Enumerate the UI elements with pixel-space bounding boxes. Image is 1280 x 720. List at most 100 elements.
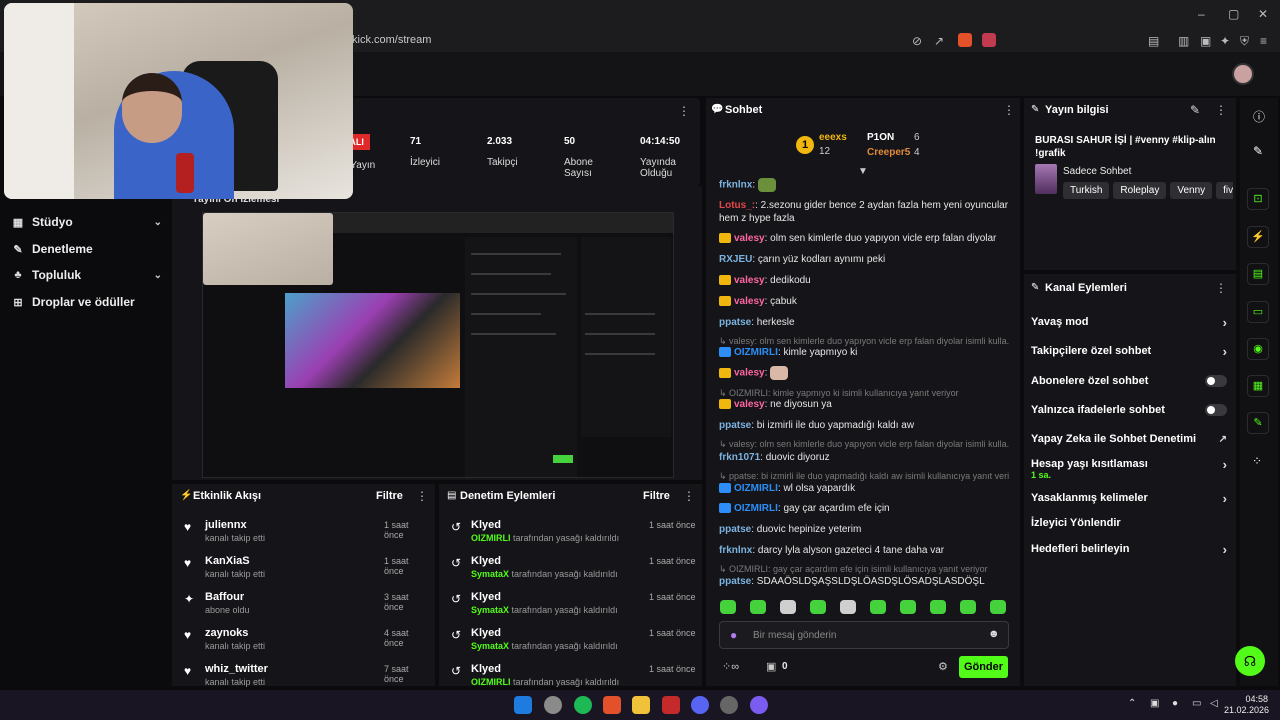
leader-second-name[interactable]: P1ON — [867, 132, 894, 143]
moderator-name[interactable]: Klyed — [471, 663, 501, 675]
emote-icon[interactable] — [870, 600, 886, 614]
emoji-icon[interactable]: ☻ — [988, 628, 1000, 640]
more-icon[interactable]: ⋮ — [683, 489, 695, 503]
tray-icon[interactable]: ▣ — [1150, 698, 1159, 709]
chat-message[interactable]: ppatse: SDAAÖSLDŞAŞSLDŞLÖASDŞLÖSADŞLASDÖ… — [719, 575, 1009, 588]
chat-username[interactable]: OIZMIRLI — [734, 347, 778, 358]
tag[interactable]: fiv — [1216, 182, 1233, 199]
layout-icon[interactable]: ▦ — [1247, 375, 1269, 397]
chat-username[interactable]: valesy — [734, 233, 765, 244]
maximize-icon[interactable]: ▢ — [1228, 7, 1239, 21]
chat-message[interactable]: ppatse: duovic hepinize yeterim — [719, 523, 1009, 536]
chat-message[interactable]: valesy: ne diyosun ya — [719, 398, 1009, 411]
activity-user[interactable]: zaynoks — [205, 627, 248, 639]
target-user[interactable]: OIZMIRLI — [471, 677, 511, 687]
chat-message[interactable]: ppatse: herkesle — [719, 316, 1009, 329]
chat-message[interactable]: valesy: — [719, 366, 1009, 380]
list-item[interactable]: ♥ juliennx kanalı takip etti 1 saat önce — [180, 518, 430, 550]
activity-user[interactable]: Baffour — [205, 591, 244, 603]
edit-icon[interactable]: ✎ — [1190, 103, 1200, 117]
chat-message[interactable]: frknlnx: — [719, 178, 1009, 192]
info-icon[interactable]: ⓘ — [1253, 108, 1265, 125]
list-item[interactable]: ↺ Klyed OIZMIRLI tarafından yasağı kaldı… — [447, 518, 697, 550]
more-icon[interactable]: ⋮ — [416, 489, 428, 503]
app-icon[interactable] — [662, 696, 680, 714]
chat-message[interactable]: OIZMIRLI: wl olsa yapardık — [719, 482, 1009, 495]
leo-icon[interactable]: ✦ — [1220, 34, 1230, 48]
mic-icon[interactable]: ● — [730, 628, 737, 642]
apps-icon[interactable]: ⁘ — [1252, 454, 1262, 468]
chat-username[interactable]: Lotus_: — [719, 200, 755, 211]
moderator-name[interactable]: Klyed — [471, 519, 501, 531]
more-icon[interactable]: ⋮ — [1215, 103, 1227, 117]
chat-message[interactable]: valesy: dedikodu — [719, 274, 1009, 287]
emote-icon[interactable] — [780, 600, 796, 614]
chevron-up-icon[interactable]: ⌃ — [1128, 698, 1136, 709]
chat-input[interactable]: ● Bir mesaj gönderin ☻ — [719, 621, 1009, 649]
chat-message[interactable]: ppatse: bi izmirli ile duo yapmadığı kal… — [719, 419, 1009, 432]
brave-rewards-icon[interactable] — [982, 33, 996, 47]
chat-username[interactable]: RXJEU — [719, 254, 752, 265]
more-icon[interactable]: ⋮ — [1003, 103, 1015, 117]
chat-username[interactable]: valesy — [734, 399, 765, 410]
expand-icon[interactable]: ▼ — [858, 166, 868, 177]
minimize-icon[interactable]: – — [1198, 7, 1205, 21]
target-user[interactable]: OIZMIRLI — [471, 533, 511, 543]
file-explorer-icon[interactable] — [632, 696, 650, 714]
tool-icon[interactable]: ✎ — [1247, 412, 1269, 434]
reader-icon[interactable]: ▤ — [1148, 34, 1159, 48]
target-user[interactable]: SymataX — [471, 641, 509, 651]
emote-icon[interactable] — [750, 600, 766, 614]
taskbar-clock[interactable]: 04:58 21.02.2026 — [1224, 694, 1269, 716]
chat-username[interactable]: OIZMIRLI — [734, 503, 778, 514]
clipboard-icon[interactable]: ▤ — [1247, 263, 1269, 285]
sidebar-item-community[interactable]: ♣ Topluluk ⌄ — [12, 268, 162, 282]
more-icon[interactable]: ⋮ — [678, 104, 690, 118]
emote-icon[interactable] — [900, 600, 916, 614]
mic-tray-icon[interactable]: ● — [1172, 698, 1178, 709]
brave-shield-icon[interactable] — [958, 33, 972, 47]
chat-message[interactable]: OIZMIRLI: gay çar açardım efe için — [719, 502, 1009, 515]
channel-action-item[interactable]: İzleyici Yönlendir — [1031, 516, 1227, 530]
brave-icon[interactable] — [603, 696, 621, 714]
target-user[interactable]: SymataX — [471, 605, 509, 615]
activity-user[interactable]: whiz_twitter — [205, 663, 268, 675]
chat-message[interactable]: valesy: olm sen kimlerle duo yapıyon vic… — [719, 232, 1009, 245]
emote-icon[interactable] — [930, 600, 946, 614]
chat-message[interactable]: valesy: çabuk — [719, 295, 1009, 308]
tag[interactable]: Venny — [1170, 182, 1213, 199]
list-item[interactable]: ↺ Klyed SymataX tarafından yasağı kaldır… — [447, 554, 697, 586]
app-icon[interactable] — [750, 696, 768, 714]
toggle-switch[interactable] — [1205, 375, 1227, 387]
activity-user[interactable]: juliennx — [205, 519, 247, 531]
volume-icon[interactable]: ◁ — [1210, 698, 1218, 709]
stream-preview[interactable] — [202, 212, 674, 478]
share-icon[interactable]: ↗ — [934, 34, 944, 48]
chat-message[interactable]: frkn1071: duovic diyoruz — [719, 451, 1009, 464]
leader-first-name[interactable]: eeexs — [819, 132, 847, 143]
chat-username[interactable]: valesy — [734, 275, 765, 286]
vpn-icon[interactable]: ⛨ — [1240, 34, 1249, 48]
sidebar-item-drops[interactable]: ⊞ Droplar ve ödüller — [12, 295, 162, 309]
list-item[interactable]: ♥ zaynoks kanalı takip etti 4 saat önce — [180, 626, 430, 658]
menu-icon[interactable]: ≡ — [1260, 34, 1267, 48]
list-item[interactable]: ↺ Klyed SymataX tarafından yasağı kaldır… — [447, 626, 697, 658]
settings-icon[interactable]: ⚙ — [938, 660, 948, 673]
chat-icon[interactable]: ▭ — [1247, 301, 1269, 323]
infinity-icon[interactable]: ⁘∞ — [722, 660, 739, 673]
send-button[interactable]: Gönder — [959, 656, 1008, 678]
chat-message[interactable]: Lotus_:: 2.sezonu gider bence 2 aydan fa… — [719, 199, 1009, 225]
tag[interactable]: Turkish — [1063, 182, 1110, 199]
moderator-name[interactable]: Klyed — [471, 555, 501, 567]
emote-icon[interactable] — [810, 600, 826, 614]
reply-reference[interactable]: ↳ valesy: olm sen kimlerle duo yapıyon v… — [719, 438, 1009, 451]
eye-off-icon[interactable]: ⊘ — [912, 34, 922, 48]
chat-message[interactable]: OIZMIRLI: kimle yapmıyo ki — [719, 346, 1009, 359]
channel-action-item[interactable]: Yalnızca ifadelerle sohbet — [1031, 403, 1227, 417]
discord-icon[interactable] — [691, 696, 709, 714]
pencil-icon[interactable]: ✎ — [1253, 144, 1263, 158]
channel-action-item[interactable]: Yavaş mod › — [1031, 315, 1227, 330]
channel-action-item[interactable]: Abonelere özel sohbet — [1031, 374, 1227, 388]
modlog-filter-button[interactable]: Filtre — [643, 490, 670, 502]
chat-username[interactable]: ppatse — [719, 524, 751, 535]
